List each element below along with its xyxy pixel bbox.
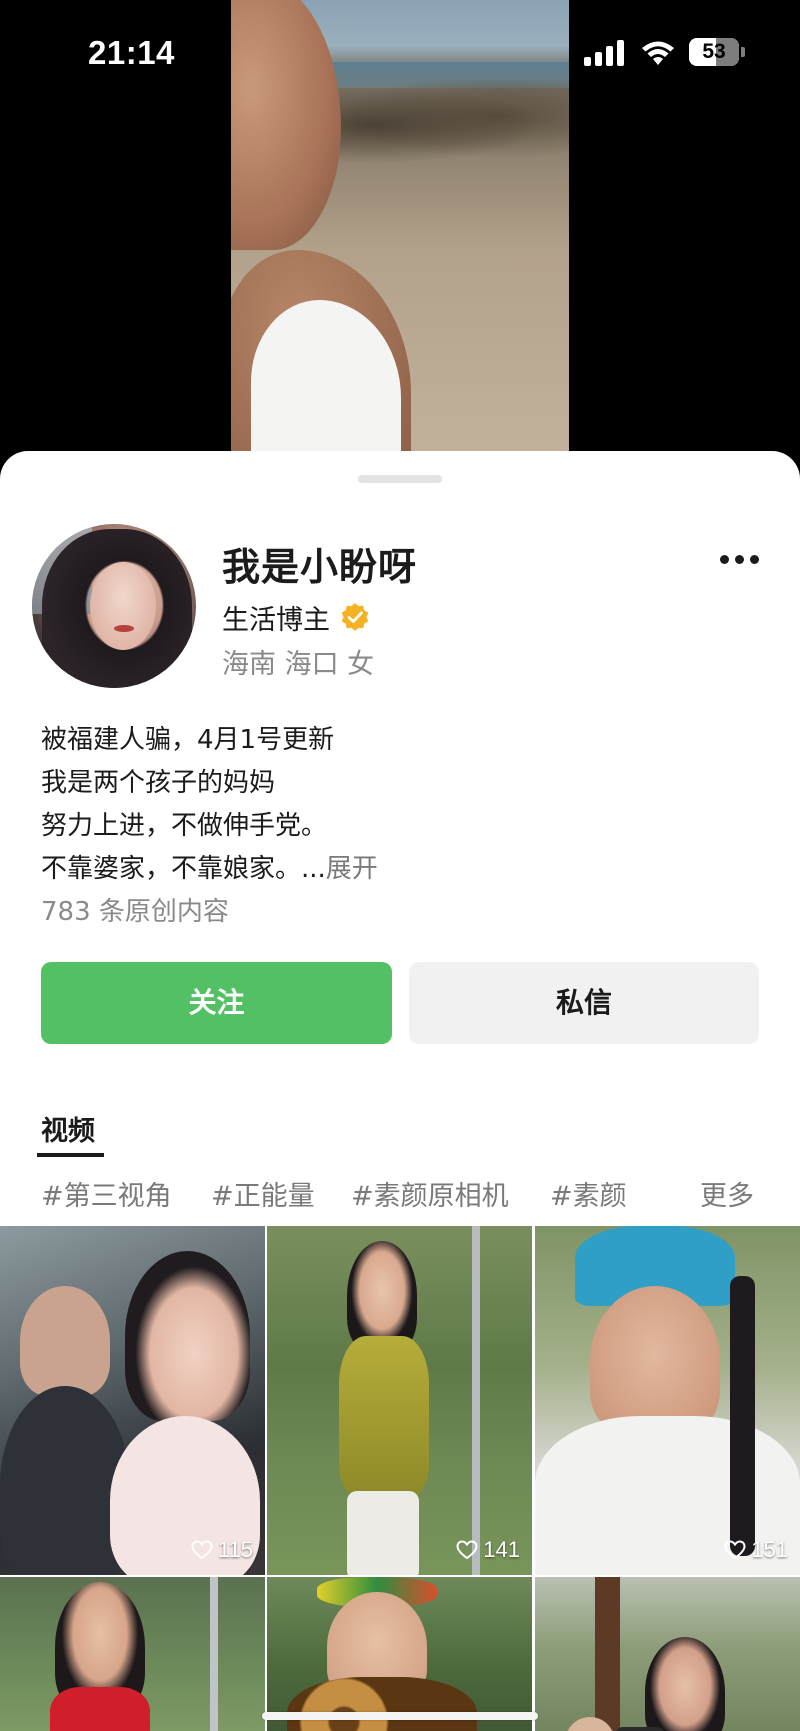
sheet-drag-handle[interactable] <box>358 475 442 483</box>
signal-icon <box>584 40 626 66</box>
verified-badge-icon <box>341 603 369 631</box>
status-time: 21:14 <box>88 34 175 71</box>
tag-chip[interactable]: #第三视角 <box>41 1172 172 1222</box>
bio-line-text: 不靠婆家，不靠娘家。... <box>41 854 326 884</box>
profile-sheet: 我是小盼呀 生活博主 海南 海口 女 被福建人骗，4月1号更新 我是两个孩子的妈… <box>0 451 800 1731</box>
status-bar: 21:14 53 <box>0 0 800 100</box>
video-thumbnail[interactable]: 141 <box>267 1226 532 1575</box>
tab-videos[interactable]: 视频 <box>41 1109 95 1148</box>
heart-icon <box>191 1540 213 1560</box>
bio-line: 被福建人骗，4月1号更新 <box>41 725 335 755</box>
location-gender: 海南 海口 女 <box>222 649 375 680</box>
likes-count: 115 <box>217 1537 253 1562</box>
likes-count: 151 <box>751 1537 788 1562</box>
more-options-icon[interactable] <box>720 555 760 569</box>
video-thumbnail[interactable]: 115 <box>0 1226 265 1575</box>
bio: 被福建人骗，4月1号更新 我是两个孩子的妈妈 努力上进，不做伸手党。 不靠婆家，… <box>41 719 761 934</box>
video-likes: 115 <box>191 1535 253 1565</box>
tag-filter-row: #第三视角 #正能量 #素颜原相机 #素颜 更多 <box>41 1172 781 1222</box>
avatar[interactable] <box>32 524 196 688</box>
video-thumbnail[interactable] <box>267 1577 532 1731</box>
video-likes: 141 <box>456 1535 520 1565</box>
video-thumbnail[interactable] <box>535 1577 800 1731</box>
video-grid: 115 141 151 <box>0 1226 800 1731</box>
video-likes: 151 <box>724 1535 788 1565</box>
video-thumbnail[interactable] <box>0 1577 265 1731</box>
expand-bio-link[interactable]: 展开 <box>326 854 378 884</box>
heart-icon <box>724 1540 746 1560</box>
home-indicator[interactable] <box>262 1712 538 1720</box>
message-button[interactable]: 私信 <box>409 962 759 1044</box>
bio-line-last: 不靠婆家，不靠娘家。...展开 <box>41 848 761 891</box>
content-count: 783 条原创内容 <box>41 897 229 927</box>
likes-count: 141 <box>483 1537 520 1562</box>
tab-active-indicator <box>37 1153 104 1157</box>
role-label: 生活博主 <box>222 604 330 636</box>
battery-icon: 53 <box>689 38 745 66</box>
battery-level: 53 <box>702 40 726 63</box>
username: 我是小盼呀 <box>222 545 418 589</box>
heart-icon <box>456 1540 478 1560</box>
bio-line: 我是两个孩子的妈妈 <box>41 768 276 798</box>
more-tags-link[interactable]: 更多 <box>700 1172 754 1222</box>
tag-chip[interactable]: #素颜原相机 <box>351 1172 509 1222</box>
video-thumbnail[interactable]: 151 <box>535 1226 800 1575</box>
tag-chip[interactable]: #正能量 <box>211 1172 315 1222</box>
bio-line: 努力上进，不做伸手党。 <box>41 811 328 841</box>
role-row: 生活博主 <box>222 597 370 637</box>
tag-chip[interactable]: #素颜 <box>550 1172 627 1222</box>
wifi-icon <box>642 41 674 65</box>
follow-button[interactable]: 关注 <box>41 962 392 1044</box>
